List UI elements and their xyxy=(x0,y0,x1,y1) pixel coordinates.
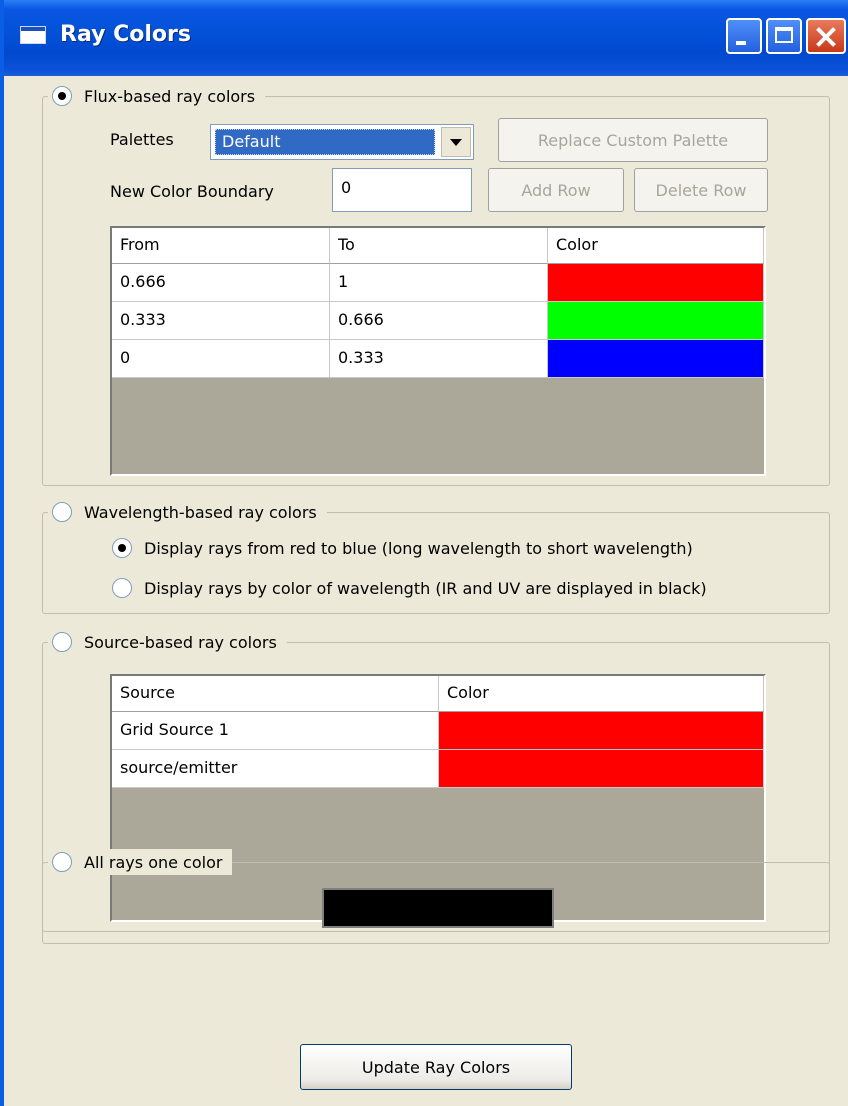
source-radio[interactable] xyxy=(52,632,72,652)
palettes-select[interactable]: Default xyxy=(210,124,474,160)
column-header-color[interactable]: Color xyxy=(548,228,764,264)
from-cell[interactable]: 0 xyxy=(112,340,330,378)
table-row[interactable]: source/emitter xyxy=(112,750,764,788)
to-cell[interactable]: 0.666 xyxy=(330,302,548,340)
new-color-boundary-field[interactable]: 0 xyxy=(332,168,472,212)
palettes-label: Palettes xyxy=(110,130,174,149)
single-color-radio-option[interactable]: All rays one color xyxy=(48,849,233,875)
close-button[interactable] xyxy=(806,18,846,54)
table-row[interactable]: Grid Source 1 xyxy=(112,712,764,750)
add-row-button[interactable]: Add Row xyxy=(488,168,624,212)
maximize-button[interactable] xyxy=(766,18,802,54)
red-to-blue-radio[interactable] xyxy=(112,538,132,558)
to-cell[interactable]: 0.333 xyxy=(330,340,548,378)
table-header: From To Color xyxy=(112,228,764,266)
source-cell[interactable]: Grid Source 1 xyxy=(112,712,439,750)
single-color-label: All rays one color xyxy=(84,852,223,872)
title-bar[interactable]: Ray Colors xyxy=(4,0,848,76)
window-icon xyxy=(20,26,46,44)
column-header-color[interactable]: Color xyxy=(439,676,764,712)
source-cell[interactable]: source/emitter xyxy=(112,750,439,788)
delete-row-button[interactable]: Delete Row xyxy=(634,168,768,212)
by-color-label: Display rays by color of wavelength (IR … xyxy=(144,578,707,598)
wavelength-radio-option[interactable]: Wavelength-based ray colors xyxy=(48,499,327,525)
to-cell[interactable]: 1 xyxy=(330,264,548,302)
single-color-swatch[interactable] xyxy=(322,888,554,928)
table-row[interactable]: 0 0.333 xyxy=(112,340,764,378)
color-cell[interactable] xyxy=(548,302,764,340)
flux-radio[interactable] xyxy=(52,86,72,106)
table-header: Source Color xyxy=(112,676,764,714)
ray-colors-window: Ray Colors Flux-based ray colors Palette… xyxy=(0,0,848,1106)
wavelength-label: Wavelength-based ray colors xyxy=(84,502,317,522)
chevron-down-icon[interactable] xyxy=(441,127,471,157)
source-radio-option[interactable]: Source-based ray colors xyxy=(48,629,287,655)
column-header-from[interactable]: From xyxy=(112,228,330,264)
by-color-option[interactable]: Display rays by color of wavelength (IR … xyxy=(112,578,707,598)
flux-label: Flux-based ray colors xyxy=(84,86,256,106)
wavelength-radio[interactable] xyxy=(52,502,72,522)
new-color-boundary-label: New Color Boundary xyxy=(110,182,274,201)
column-header-to[interactable]: To xyxy=(330,228,548,264)
table-row[interactable]: 0.333 0.666 xyxy=(112,302,764,340)
wavelength-group xyxy=(42,512,830,614)
source-label: Source-based ray colors xyxy=(84,632,277,652)
from-cell[interactable]: 0.333 xyxy=(112,302,330,340)
flux-color-table[interactable]: From To Color 0.666 1 0.333 0.666 0 0.33… xyxy=(110,226,766,476)
color-cell[interactable] xyxy=(548,264,764,302)
update-ray-colors-button[interactable]: Update Ray Colors xyxy=(300,1044,572,1090)
minimize-button[interactable] xyxy=(726,18,762,54)
red-to-blue-label: Display rays from red to blue (long wave… xyxy=(144,538,693,558)
window-title: Ray Colors xyxy=(60,22,191,47)
red-to-blue-option[interactable]: Display rays from red to blue (long wave… xyxy=(112,538,693,558)
column-header-source[interactable]: Source xyxy=(112,676,439,712)
table-row[interactable]: 0.666 1 xyxy=(112,264,764,302)
flux-radio-option[interactable]: Flux-based ray colors xyxy=(48,83,266,109)
by-color-radio[interactable] xyxy=(112,578,132,598)
replace-custom-palette-button[interactable]: Replace Custom Palette xyxy=(498,118,768,162)
palettes-select-value: Default xyxy=(215,129,435,155)
color-cell[interactable] xyxy=(439,750,764,788)
single-color-radio[interactable] xyxy=(52,852,72,872)
color-cell[interactable] xyxy=(548,340,764,378)
from-cell[interactable]: 0.666 xyxy=(112,264,330,302)
color-cell[interactable] xyxy=(439,712,764,750)
